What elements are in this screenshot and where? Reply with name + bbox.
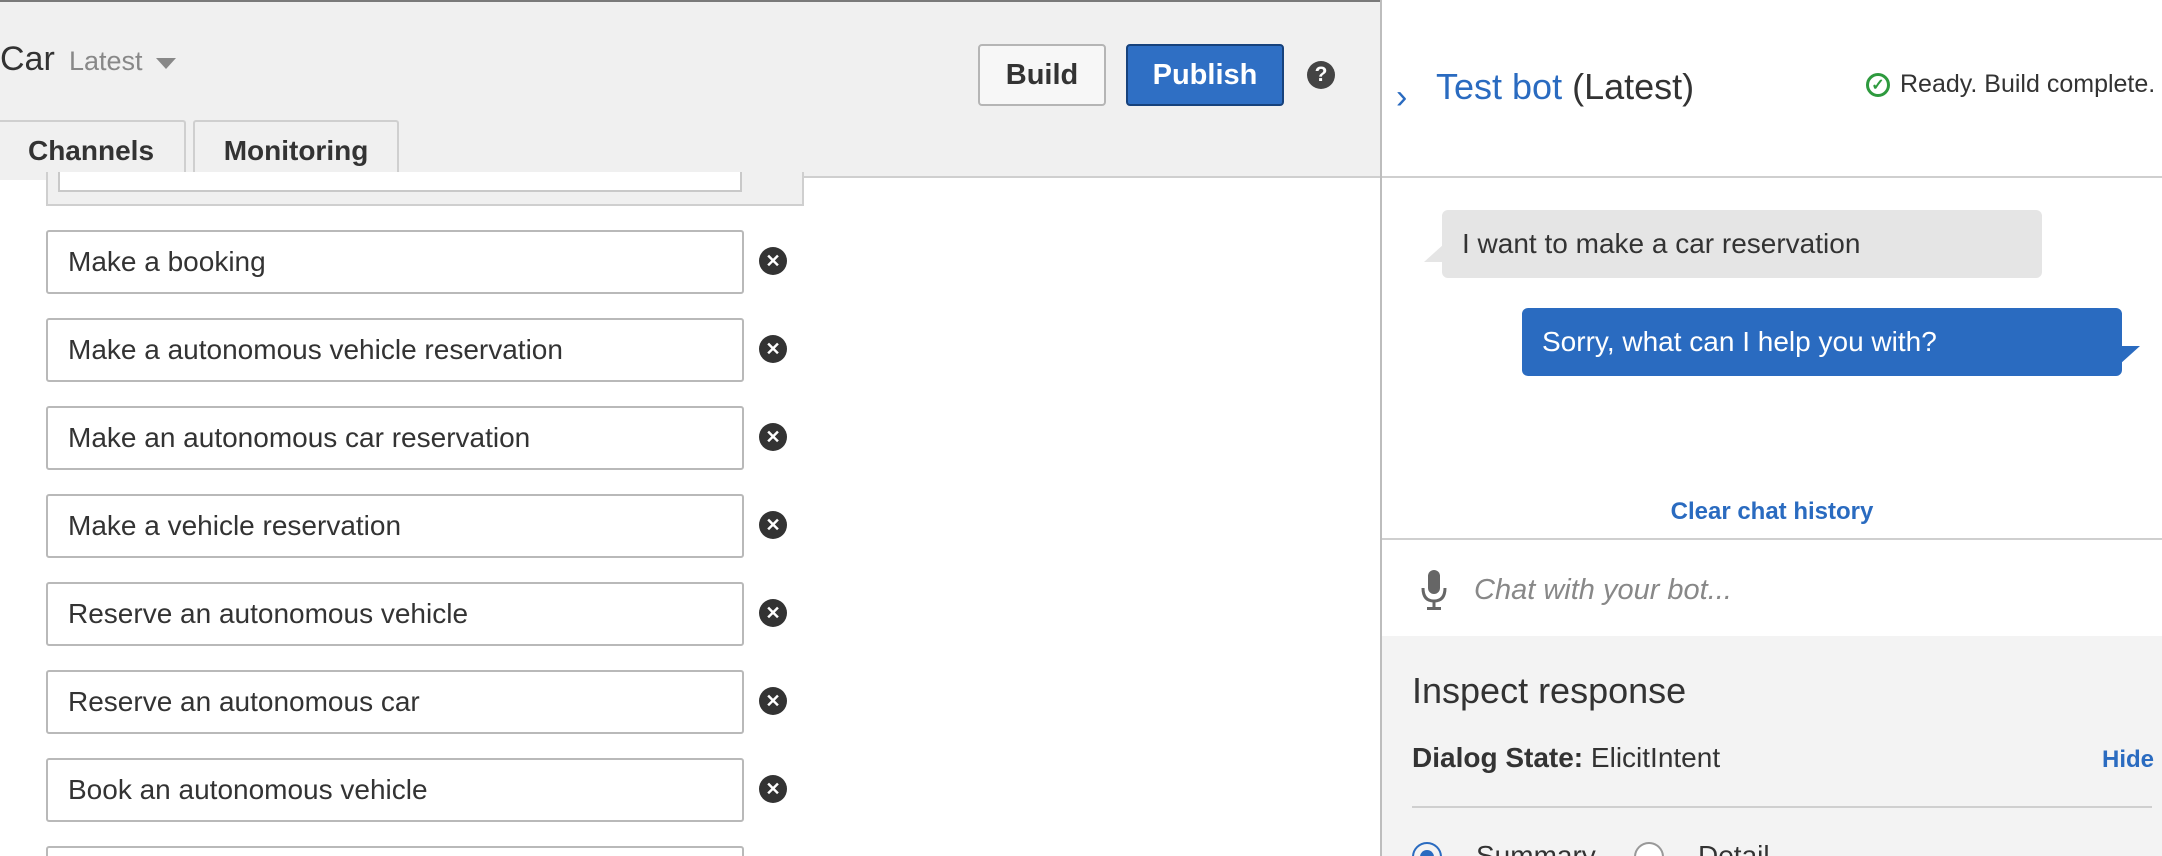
list-item: Reserve an autonomous car ✕ bbox=[46, 670, 806, 734]
list-item: Make a vehicle reservation ✕ bbox=[46, 494, 806, 558]
inspect-response-section: Inspect response Dialog State: ElicitInt… bbox=[1382, 636, 2162, 856]
inspect-response-title: Inspect response bbox=[1412, 670, 1687, 711]
utterance-field-partial[interactable] bbox=[46, 846, 744, 856]
build-status: ✓ Ready. Build complete. bbox=[1866, 70, 2155, 99]
utterance-field[interactable]: Make an autonomous car reservation bbox=[46, 406, 744, 470]
divider bbox=[1412, 806, 2152, 808]
help-icon[interactable]: ? bbox=[1307, 61, 1335, 89]
dialog-state: Dialog State: ElicitIntent bbox=[1412, 742, 1720, 774]
test-bot-label[interactable]: Test bot bbox=[1436, 66, 1562, 107]
remove-icon[interactable]: ✕ bbox=[759, 247, 787, 275]
user-message: I want to make a car reservation bbox=[1442, 210, 2042, 278]
utterance-field[interactable]: Book an autonomous vehicle bbox=[46, 758, 744, 822]
hide-link[interactable]: Hide bbox=[2102, 746, 2154, 774]
test-bot-version: (Latest) bbox=[1572, 66, 1695, 107]
remove-icon[interactable]: ✕ bbox=[759, 687, 787, 715]
remove-icon[interactable]: ✕ bbox=[759, 335, 787, 363]
chat-input-bar bbox=[1382, 538, 2162, 638]
list-item: Make an autonomous car reservation ✕ bbox=[46, 406, 806, 470]
remove-icon[interactable]: ✕ bbox=[759, 599, 787, 627]
dialog-state-label: Dialog State: bbox=[1412, 742, 1584, 773]
tab-channels[interactable]: Channels bbox=[0, 120, 186, 180]
summary-radio[interactable] bbox=[1412, 842, 1442, 856]
build-status-text: Ready. Build complete. bbox=[1900, 70, 2156, 98]
clear-chat-history-link[interactable]: Clear chat history bbox=[1382, 498, 2162, 526]
test-bot-header: › Test bot (Latest) ✓ Ready. Build compl… bbox=[1382, 0, 2162, 178]
tab-monitoring[interactable]: Monitoring bbox=[193, 120, 399, 180]
chat-input[interactable] bbox=[1472, 560, 2136, 620]
chevron-right-icon[interactable]: › bbox=[1396, 78, 1407, 117]
check-circle-icon: ✓ bbox=[1866, 72, 1890, 97]
bot-bubble-tail bbox=[2120, 346, 2140, 364]
utterance-field[interactable]: Make a autonomous vehicle reservation bbox=[46, 318, 744, 382]
chevron-down-icon[interactable] bbox=[156, 58, 176, 69]
version-selector[interactable]: Latest bbox=[69, 46, 143, 77]
utterance-field[interactable]: Reserve an autonomous vehicle bbox=[46, 582, 744, 646]
list-item: Book an autonomous vehicle ✕ bbox=[46, 758, 806, 822]
publish-button[interactable]: Publish bbox=[1126, 44, 1284, 106]
detail-radio[interactable] bbox=[1634, 842, 1664, 856]
utterance-field[interactable]: Make a booking bbox=[46, 230, 744, 294]
remove-icon[interactable]: ✕ bbox=[759, 423, 787, 451]
intent-editor-pane: Car Latest Build Publish ? Channels Moni… bbox=[0, 0, 1380, 856]
microphone-icon[interactable] bbox=[1420, 568, 1448, 612]
new-utterance-container bbox=[46, 172, 804, 206]
user-bubble-tail bbox=[1424, 244, 1444, 262]
remove-icon[interactable]: ✕ bbox=[759, 511, 787, 539]
utterance-field[interactable]: Reserve an autonomous car bbox=[46, 670, 744, 734]
build-button[interactable]: Build bbox=[978, 44, 1106, 106]
new-utterance-input[interactable] bbox=[58, 172, 742, 192]
dialog-state-value: ElicitIntent bbox=[1590, 742, 1721, 773]
bot-message: Sorry, what can I help you with? bbox=[1522, 308, 2122, 376]
list-item: Make a booking ✕ bbox=[46, 230, 806, 294]
test-bot-title[interactable]: Test bot (Latest) bbox=[1436, 66, 1694, 108]
list-item: Reserve an autonomous vehicle ✕ bbox=[46, 582, 806, 646]
summary-radio-label[interactable]: Summary bbox=[1476, 840, 1596, 856]
bot-name: Car bbox=[0, 40, 55, 78]
detail-radio-label[interactable]: Detail bbox=[1698, 840, 1770, 856]
list-item: Make a autonomous vehicle reservation ✕ bbox=[46, 318, 806, 382]
editor-header: Car Latest Build Publish ? Channels Moni… bbox=[0, 0, 1380, 180]
remove-icon[interactable]: ✕ bbox=[759, 775, 787, 803]
utterance-field[interactable]: Make a vehicle reservation bbox=[46, 494, 744, 558]
test-bot-panel: › Test bot (Latest) ✓ Ready. Build compl… bbox=[1380, 0, 2162, 856]
